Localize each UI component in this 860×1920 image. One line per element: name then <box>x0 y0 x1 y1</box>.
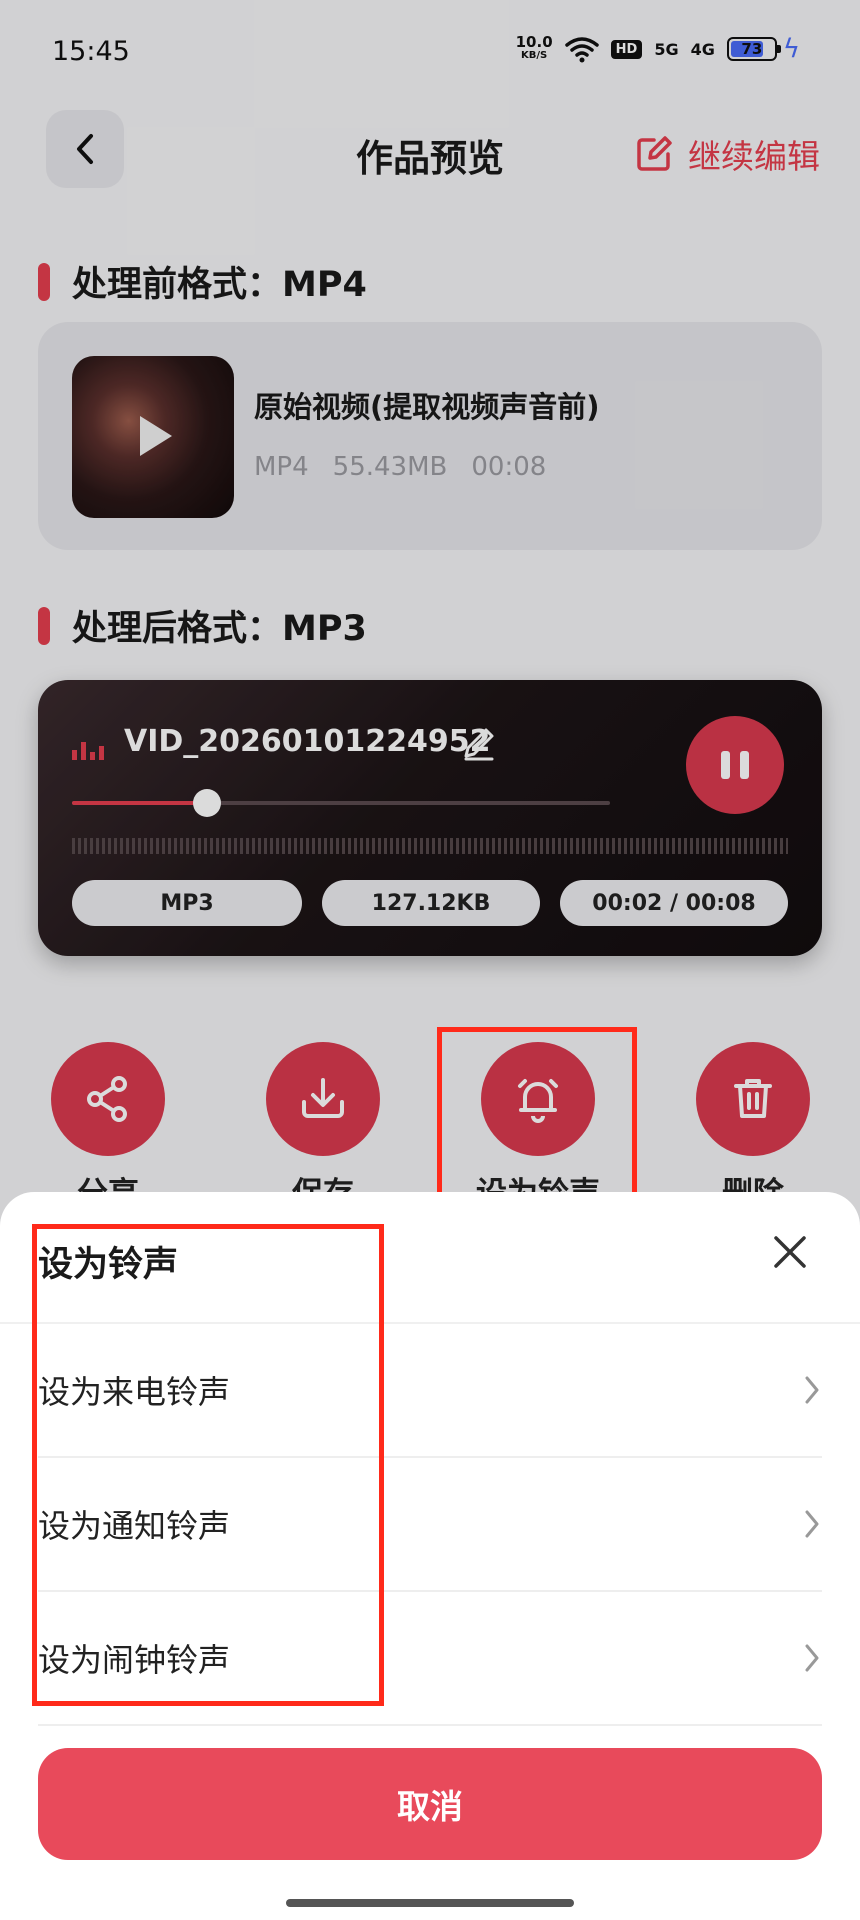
home-indicator[interactable] <box>286 1899 574 1907</box>
chevron-right-icon <box>805 1510 819 1538</box>
close-button[interactable] <box>760 1222 820 1282</box>
close-icon <box>774 1236 806 1268</box>
sheet-options-highlight <box>32 1224 384 1706</box>
cancel-button[interactable]: 取消 <box>38 1748 822 1860</box>
screen: 15:45 10.0 KB/S HD 5G 4G 73 ϟ 作品预览 继续编辑 … <box>0 0 860 1920</box>
chevron-right-icon <box>805 1376 819 1404</box>
chevron-right-icon <box>805 1644 819 1672</box>
